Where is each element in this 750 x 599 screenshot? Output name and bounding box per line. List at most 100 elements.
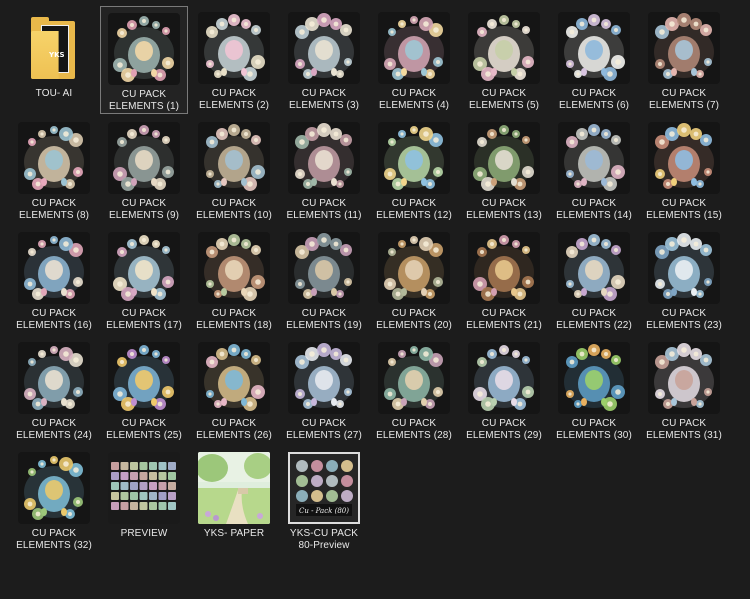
file-item[interactable]: CU PACK ELEMENTS (29) [460,336,548,444]
file-item[interactable]: YKS- PAPER [190,446,278,554]
file-label: CU PACK ELEMENTS (9) [108,198,180,221]
file-item[interactable]: CU PACK ELEMENTS (22) [550,226,638,334]
file-item[interactable]: CU PACK ELEMENTS (8) [10,116,98,224]
file-label: CU PACK ELEMENTS (4) [378,88,450,111]
flower-box-thumbnail [286,120,362,196]
file-label: CU PACK ELEMENTS (29) [466,418,542,441]
file-item[interactable]: Cu - Pack (80) YKS-CU PACK 80-Preview [280,446,368,554]
file-label: CU PACK ELEMENTS (8) [18,198,90,221]
folder-icon: YKS [16,10,92,86]
file-item[interactable]: CU PACK ELEMENTS (2) [190,6,278,114]
file-item[interactable]: CU PACK ELEMENTS (6) [550,6,638,114]
folder-doc-text: YKS [49,51,65,59]
rocking-chair-thumbnail [286,10,362,86]
file-item[interactable]: PREVIEW [100,446,188,554]
file-item[interactable]: CU PACK ELEMENTS (14) [550,116,638,224]
svg-text:Cu - Pack (80): Cu - Pack (80) [299,507,349,515]
file-item[interactable]: CU PACK ELEMENTS (17) [100,226,188,334]
file-label: CU PACK ELEMENTS (31) [646,418,722,441]
file-label: CU PACK ELEMENTS (19) [286,308,362,331]
mushroom-thumbnail [196,230,272,306]
file-label: CU PACK ELEMENTS (2) [198,88,270,111]
file-label: PREVIEW [120,528,168,539]
easter-sign-thumbnail [16,120,92,196]
pack-preview-thumbnail: Cu - Pack (80) [286,450,362,526]
file-label: CU PACK ELEMENTS (32) [16,528,92,551]
hourglass-thumbnail [556,230,632,306]
file-label: CU PACK ELEMENTS (1) [108,89,180,112]
file-item[interactable]: CU PACK ELEMENTS (16) [10,226,98,334]
file-label: CU PACK ELEMENTS (26) [196,418,272,441]
file-item[interactable]: CU PACK ELEMENTS (19) [280,226,368,334]
file-item[interactable]: CU PACK ELEMENTS (9) [100,116,188,224]
file-label: CU PACK ELEMENTS (10) [196,198,272,221]
file-label: YKS-CU PACK 80-Preview [289,528,359,551]
file-item[interactable]: CU PACK ELEMENTS (25) [100,336,188,444]
file-item[interactable]: CU PACK ELEMENTS (10) [190,116,278,224]
file-label: CU PACK ELEMENTS (6) [558,88,630,111]
file-item[interactable]: CU PACK ELEMENTS (21) [460,226,548,334]
file-label: CU PACK ELEMENTS (24) [16,418,92,441]
preview-grid-thumbnail [106,450,182,526]
file-item[interactable]: CU PACK ELEMENTS (27) [280,336,368,444]
tree-stump-thumbnail [376,230,452,306]
tree-basket-thumbnail [466,120,542,196]
file-label: CU PACK ELEMENTS (27) [286,418,362,441]
flower-boot-thumbnail [106,11,182,87]
file-label: CU PACK ELEMENTS (28) [376,418,452,441]
file-label: YKS- PAPER [203,528,265,539]
file-item[interactable]: CU PACK ELEMENTS (12) [370,116,458,224]
treasure-chest-thumbnail [466,230,542,306]
file-label: CU PACK ELEMENTS (22) [556,308,632,331]
file-grid: YKS TOU- AI CU PACK ELEMENTS (1) CU PACK EL… [0,0,750,599]
truck-thumbnail [16,230,92,306]
file-label: CU PACK ELEMENTS (3) [288,88,360,111]
bunny-child-thumbnail [646,340,722,416]
file-item[interactable]: CU PACK ELEMENTS (28) [370,336,458,444]
baby-dragon-thumbnail [106,340,182,416]
candles-thumbnail [106,230,182,306]
file-item[interactable]: CU PACK ELEMENTS (32) [10,446,98,554]
egg-stand-thumbnail [646,120,722,196]
file-item[interactable]: CU PACK ELEMENTS (1) [100,6,188,114]
file-item[interactable]: CU PACK ELEMENTS (5) [460,6,548,114]
dragon-eye-thumbnail [556,340,632,416]
file-item[interactable]: CU PACK ELEMENTS (20) [370,226,458,334]
child-dragon-thumbnail [646,10,722,86]
file-item[interactable]: CU PACK ELEMENTS (24) [10,336,98,444]
paper-meadow-thumbnail [196,450,272,526]
file-item[interactable]: CU PACK ELEMENTS (18) [190,226,278,334]
file-label: CU PACK ELEMENTS (20) [376,308,452,331]
file-label: CU PACK ELEMENTS (21) [466,308,542,331]
file-label: CU PACK ELEMENTS (5) [468,88,540,111]
folder-icon: YKS [31,17,77,79]
books-thumbnail [196,120,272,196]
piano-thumbnail [646,230,722,306]
file-label: CU PACK ELEMENTS (15) [646,198,722,221]
file-item[interactable]: CU PACK ELEMENTS (30) [550,336,638,444]
file-item[interactable]: CU PACK ELEMENTS (15) [640,116,728,224]
file-item[interactable]: CU PACK ELEMENTS (3) [280,6,368,114]
gem-flowers-thumbnail [466,340,542,416]
file-label: CU PACK ELEMENTS (13) [466,198,542,221]
file-item[interactable]: CU PACK ELEMENTS (4) [370,6,458,114]
flower-vases-thumbnail [196,10,272,86]
file-label: CU PACK ELEMENTS (25) [106,418,182,441]
file-label: CU PACK ELEMENTS (16) [16,308,92,331]
umbrella-thumbnail [106,120,182,196]
file-item[interactable]: YKS TOU- AI [10,6,98,114]
file-item[interactable]: CU PACK ELEMENTS (7) [640,6,728,114]
window-thumbnail [16,340,92,416]
file-item[interactable]: CU PACK ELEMENTS (26) [190,336,278,444]
file-item[interactable]: CU PACK ELEMENTS (11) [280,116,368,224]
flower-burst-thumbnail [376,10,452,86]
file-label: CU PACK ELEMENTS (23) [646,308,722,331]
small-book-thumbnail [376,340,452,416]
file-label: CU PACK ELEMENTS (17) [106,308,182,331]
file-label: CU PACK ELEMENTS (11) [286,198,362,221]
file-label: CU PACK ELEMENTS (14) [556,198,632,221]
file-item[interactable]: CU PACK ELEMENTS (13) [460,116,548,224]
file-item[interactable]: CU PACK ELEMENTS (31) [640,336,728,444]
file-label: CU PACK ELEMENTS (30) [556,418,632,441]
file-item[interactable]: CU PACK ELEMENTS (23) [640,226,728,334]
